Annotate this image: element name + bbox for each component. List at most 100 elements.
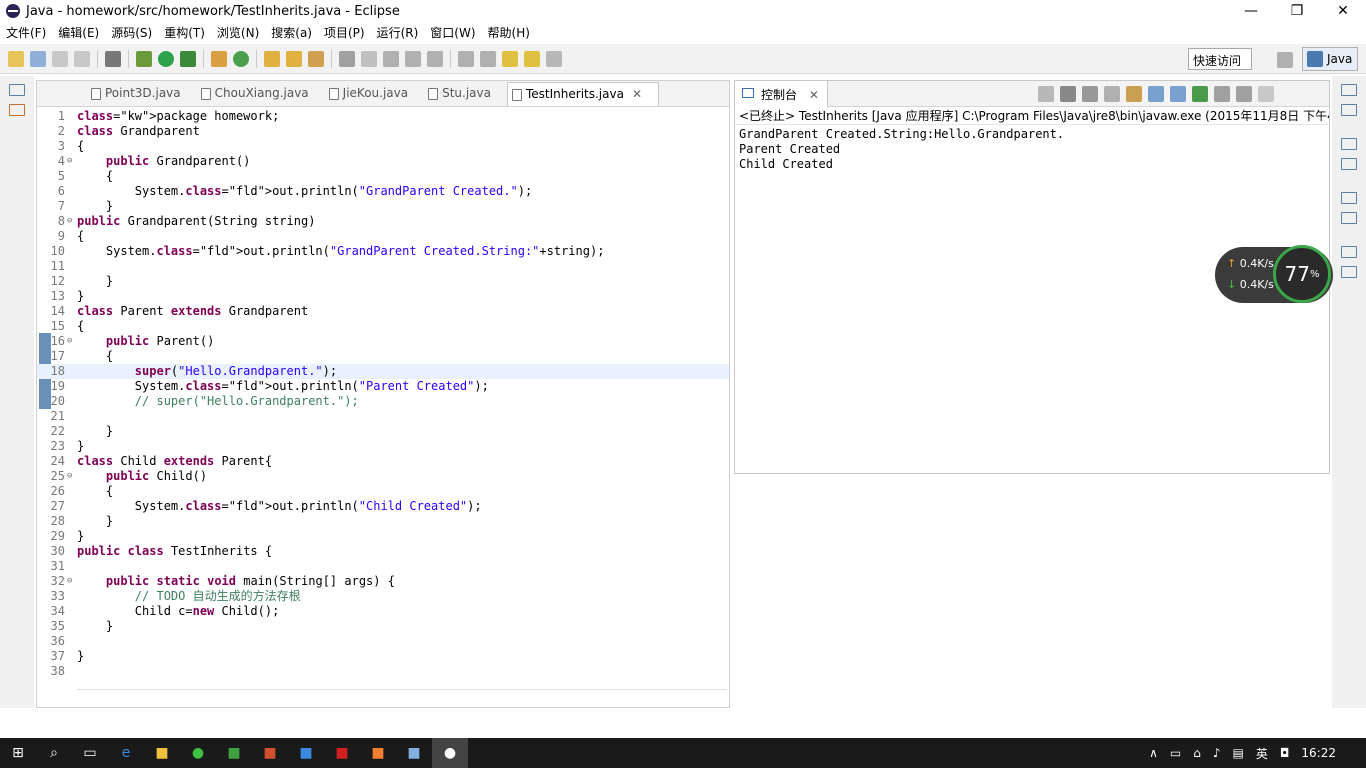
code-line[interactable]: 28 } [37,514,729,529]
code-line[interactable]: 35 } [37,619,729,634]
code-line[interactable]: 19 System.class="fld">out.println("Paren… [37,379,729,394]
code-line[interactable]: 30 public class TestInherits { [37,544,729,559]
remove-launch-icon[interactable] [1059,85,1076,102]
toggle-mark-icon[interactable] [361,50,377,67]
task-list-icon[interactable] [1341,104,1357,116]
code-line[interactable]: 13} [37,289,729,304]
skip-breakpoints-icon[interactable] [105,50,121,67]
clear-console-icon[interactable] [1103,85,1120,102]
notification-icon[interactable]: ▤ [1233,746,1244,760]
code-line[interactable]: 12 } [37,274,729,289]
menu-window[interactable]: 窗口(W) [424,24,481,41]
code-line[interactable]: 20 // super("Hello.Grandparent."); [37,394,729,409]
code-line[interactable]: 6 System.class="fld">out.println("GrandP… [37,184,729,199]
open-perspective-icon[interactable] [1277,52,1293,68]
minimize-button[interactable]: — [1228,0,1274,22]
debug-icon[interactable] [136,50,152,67]
code-line[interactable]: 26 { [37,484,729,499]
scroll-lock-icon[interactable] [1125,85,1142,102]
fold-toggle-icon[interactable]: ⊖ [67,214,77,229]
forward-arrow-icon[interactable] [546,50,562,67]
code-line[interactable]: 11 [37,259,729,274]
app-icon[interactable]: ■ [252,738,288,768]
code-line[interactable]: 23} [37,439,729,454]
eclipse-taskbar-icon[interactable]: ● [432,738,468,768]
code-line[interactable]: 3{ [37,139,729,154]
show-on-stderr-icon[interactable] [1169,85,1186,102]
run-external-icon[interactable] [180,50,196,67]
next-edit-icon[interactable] [480,50,496,67]
code-line[interactable]: 4 ⊖ public Grandparent() [37,154,729,169]
show-on-stdout-icon[interactable] [1147,85,1164,102]
code-line[interactable]: 31 [37,559,729,574]
next-annotation-icon[interactable] [339,50,355,67]
code-line[interactable]: 18 super("Hello.Grandparent."); [37,364,729,379]
volume-icon[interactable]: ♪ [1213,746,1221,760]
menu-source[interactable]: 源码(S) [105,24,158,41]
code-line[interactable]: 9{ [37,229,729,244]
restore-icon[interactable] [1341,246,1357,258]
code-line[interactable]: 38 [37,664,729,679]
console-close-icon[interactable]: ✕ [809,88,819,102]
code-line[interactable]: 25 ⊖ public Child() [37,469,729,484]
tab-console[interactable]: 控制台 ✕ [735,80,828,107]
save-icon[interactable] [52,50,68,67]
file-explorer-icon[interactable]: ■ [144,738,180,768]
code-line[interactable]: 2 class Grandparent [37,124,729,139]
code-line[interactable]: 8 ⊖ public Grandparent(String string) [37,214,729,229]
code-line[interactable]: 24 class Child extends Parent{ [37,454,729,469]
restore-icon[interactable] [1341,138,1357,150]
tab-point3d[interactable]: Point3D.java [87,82,197,106]
app-icon[interactable]: ■ [288,738,324,768]
save-all-icon[interactable] [74,50,90,67]
block-selection-icon[interactable] [383,50,399,67]
display-console-icon[interactable] [1213,85,1230,102]
quick-access-input[interactable]: 快速访问 [1188,48,1252,70]
restore-icon[interactable] [9,84,25,96]
notepad-icon[interactable]: ■ [396,738,432,768]
search-icon[interactable] [308,50,324,67]
restore-icon[interactable] [1341,192,1357,204]
code-line[interactable]: 32 ⊖ public static void main(String[] arg… [37,574,729,589]
app-icon[interactable]: ■ [360,738,396,768]
clock[interactable]: 16:22 [1301,746,1336,760]
editor-horizontal-scrollbar[interactable] [77,689,727,703]
code-line[interactable]: 29} [37,529,729,544]
back-arrow-icon[interactable] [524,50,540,67]
maximize-button[interactable]: ❐ [1274,0,1320,22]
browser-icon[interactable]: ● [180,738,216,768]
last-edit-icon[interactable] [502,50,518,67]
code-area[interactable]: 1 class="kw">package homework; 2 class Gran… [37,109,729,689]
new-project-icon[interactable] [30,50,46,67]
battery-icon[interactable]: ▭ [1170,746,1181,760]
code-line[interactable]: 22 } [37,424,729,439]
restore-icon[interactable] [1341,84,1357,96]
show-whitespace-icon[interactable] [405,50,421,67]
code-line[interactable]: 34 Child c=new Child(); [37,604,729,619]
code-line[interactable]: 27 System.class="fld">out.println("Child… [37,499,729,514]
menu-search[interactable]: 搜索(a) [265,24,318,41]
network-monitor-widget[interactable]: ↑ 0.4K/s ↓ 0.4K/s 77% [1215,245,1333,303]
menu-file[interactable]: 文件(F) [0,24,52,41]
java-perspective-button[interactable]: Java [1302,47,1358,71]
ime-indicator[interactable]: 英 [1256,745,1268,762]
keyboard-icon[interactable]: ◘ [1280,746,1290,760]
console-view-icon[interactable] [1341,212,1357,224]
code-line[interactable]: 21 [37,409,729,424]
code-line[interactable]: 17 { [37,349,729,364]
open-type-icon[interactable] [264,50,280,67]
tab-chouxiang[interactable]: ChouXiang.java [197,82,325,106]
app-icon[interactable]: ■ [216,738,252,768]
run-icon[interactable] [158,50,174,67]
menu-navigate[interactable]: 浏览(N) [211,24,265,41]
tab-stu[interactable]: Stu.java [424,82,507,106]
outline-icon[interactable] [1341,158,1357,170]
new-java-class-icon[interactable] [233,50,249,67]
menu-project[interactable]: 项目(P) [318,24,371,41]
remove-all-icon[interactable] [1081,85,1098,102]
fold-toggle-icon[interactable]: ⊖ [67,154,77,169]
code-line[interactable]: 5 { [37,169,729,184]
search-icon[interactable]: ⌕ [36,738,72,768]
tab-jiekou[interactable]: JieKou.java [325,82,424,106]
open-console-icon[interactable] [1235,85,1252,102]
